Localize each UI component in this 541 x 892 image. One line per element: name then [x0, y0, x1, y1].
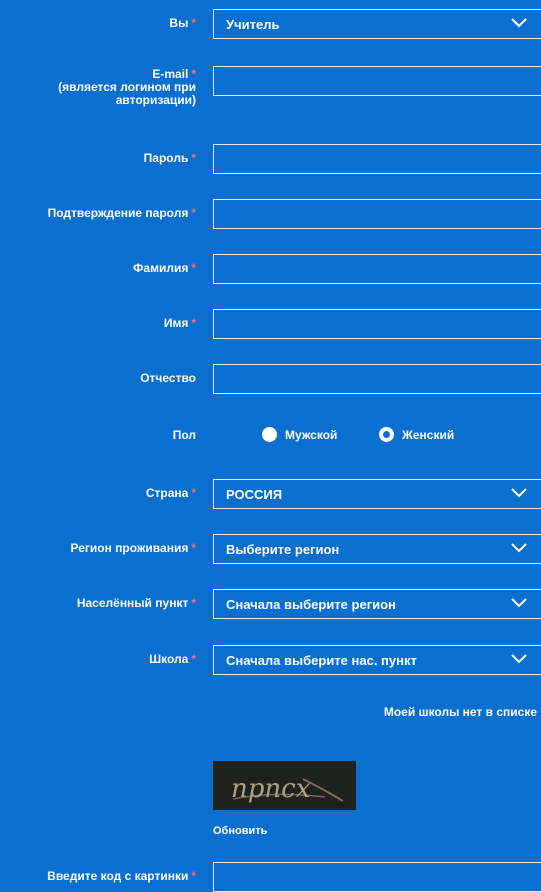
school-select-value: Сначала выберите нас. пункт [226, 653, 417, 668]
school-select[interactable]: Сначала выберите нас. пункт [213, 645, 541, 675]
first-name-label: Имя * [163, 316, 196, 330]
country-select-value: РОССИЯ [226, 487, 283, 502]
middle-name-field[interactable] [213, 364, 541, 394]
middle-name-label: Отчество [140, 371, 196, 385]
region-select[interactable]: Выберите регион [213, 534, 541, 564]
last-name-field[interactable] [213, 254, 541, 284]
region-select-value: Выберите регион [226, 542, 340, 557]
first-name-field[interactable] [213, 309, 541, 339]
captcha-input-label: Введите код с картинки * [47, 869, 196, 883]
role-select[interactable]: Учитель [213, 9, 541, 39]
last-name-label: Фамилия * [133, 261, 196, 275]
radio-unselected-icon [262, 427, 277, 442]
email-input[interactable] [214, 67, 541, 95]
chevron-down-icon [511, 543, 527, 553]
region-label: Регион проживания * [70, 541, 197, 555]
email-label: E-mail * (является логином при авторизаци… [58, 67, 196, 107]
city-label: Населённый пункт * [76, 596, 196, 610]
email-field[interactable] [213, 66, 541, 96]
chevron-down-icon [511, 598, 527, 608]
gender-male-radio[interactable]: Мужской [262, 427, 337, 442]
first-name-input[interactable] [214, 310, 541, 338]
role-select-value: Учитель [226, 17, 280, 32]
password-input[interactable] [214, 145, 541, 173]
gender-label: Пол [172, 428, 196, 442]
captcha-text: прпсх [231, 774, 311, 804]
no-school-link[interactable]: Моей школы нет в списке [384, 705, 537, 719]
country-label: Страна * [145, 486, 196, 500]
city-select[interactable]: Сначала выберите регион [213, 589, 541, 619]
city-select-value: Сначала выберите регион [226, 597, 396, 612]
password-label: Пароль * [143, 151, 196, 165]
password-confirm-field[interactable] [213, 199, 541, 229]
captcha-image: прпсх [213, 761, 356, 810]
password-confirm-input[interactable] [214, 200, 541, 228]
middle-name-input[interactable] [214, 365, 541, 393]
password-confirm-label: Подтверждение пароля * [47, 206, 196, 220]
captcha-refresh-link[interactable]: Обновить [213, 825, 267, 837]
radio-selected-icon [379, 427, 394, 442]
role-label: Вы * [169, 16, 196, 30]
school-label: Школа * [149, 652, 196, 666]
gender-male-label: Мужской [285, 427, 338, 442]
country-select[interactable]: РОССИЯ [213, 479, 541, 509]
chevron-down-icon [511, 18, 527, 28]
password-field[interactable] [213, 144, 541, 174]
gender-female-label: Женский [402, 427, 455, 442]
captcha-input[interactable] [214, 863, 541, 891]
last-name-input[interactable] [214, 255, 541, 283]
gender-female-radio[interactable]: Женский [379, 427, 454, 442]
chevron-down-icon [511, 488, 527, 498]
captcha-field[interactable] [213, 862, 541, 892]
chevron-down-icon [511, 654, 527, 664]
